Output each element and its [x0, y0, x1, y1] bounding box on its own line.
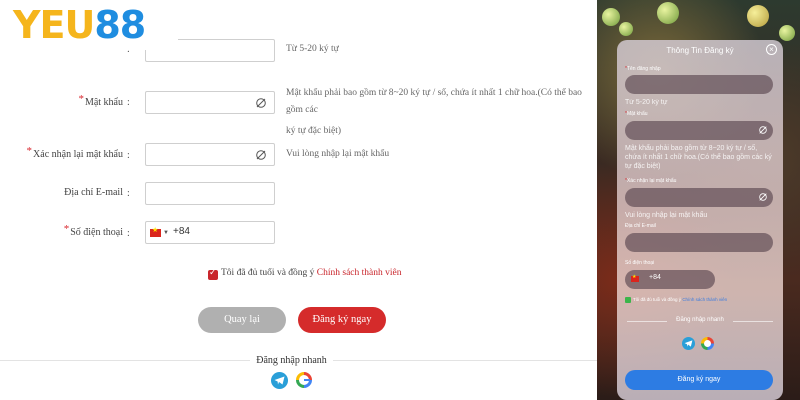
- decor-coin: [602, 8, 620, 26]
- agree-label: Tôi đã đủ tuổi và đồng ý: [221, 268, 315, 278]
- mobile-preview: Thông Tin Đăng ký × *Tên đăng nhập Từ 5-…: [597, 0, 800, 400]
- brand-logo[interactable]: YEU88: [0, 0, 178, 50]
- mobile-agree-label: Tôi đã đủ tuổi và đồng ý: [633, 297, 682, 302]
- required-mark: *: [63, 223, 70, 235]
- mobile-username-label-text: Tên đăng nhập: [626, 66, 661, 72]
- phone-country-code: +84: [173, 226, 190, 237]
- divider: [733, 321, 773, 322]
- decor-coin: [747, 5, 769, 27]
- decor-coin: [657, 2, 679, 24]
- eye-off-icon[interactable]: [255, 97, 267, 109]
- agree-text: Tôi đã đủ tuổi và đồng ý Chính sách thàn…: [221, 268, 401, 278]
- confirm-colon: :: [127, 150, 130, 161]
- google-icon[interactable]: [296, 372, 312, 388]
- password-hint-line1: Mật khẩu phải bao gồm từ 8~20 ký tự / số…: [286, 88, 582, 115]
- mobile-phone-input[interactable]: +84: [625, 270, 715, 289]
- member-policy-link[interactable]: Chính sách thành viên: [317, 268, 402, 278]
- google-icon[interactable]: [701, 337, 714, 350]
- country-code-selector[interactable]: ▼: [150, 226, 170, 239]
- telegram-icon[interactable]: [271, 372, 288, 389]
- email-input[interactable]: [145, 182, 275, 205]
- vietnam-flag-icon[interactable]: [631, 274, 639, 282]
- password-input[interactable]: [145, 91, 275, 114]
- close-icon[interactable]: ×: [766, 44, 777, 55]
- confirm-password-label-text: Xác nhận lại mật khẩu: [33, 149, 123, 160]
- back-button[interactable]: Quay lại: [198, 307, 286, 333]
- decor-coin: [779, 25, 795, 41]
- mobile-phone-code: +84: [649, 274, 661, 281]
- desktop-register-form: YEU88 : Từ 5-20 ký tự *Mật khẩu : Mật kh…: [0, 0, 597, 400]
- phone-label: *Số điện thoại: [3, 223, 123, 238]
- password-hint-line2: ký tự đặc biệt): [286, 126, 342, 136]
- mobile-username-input[interactable]: [625, 75, 773, 94]
- mobile-confirm-label-text: Xác nhận lại mật khẩu: [626, 178, 677, 184]
- mobile-agree-text: Tôi đã đủ tuổi và đồng ý Chính sách thàn…: [633, 297, 727, 302]
- mobile-password-input[interactable]: [625, 121, 773, 140]
- mobile-quick-login-heading: Đăng nhập nhanh: [676, 317, 724, 323]
- password-hint: Mật khẩu phải bao gồm từ 8~20 ký tự / số…: [286, 85, 586, 140]
- agree-checkbox[interactable]: [208, 267, 218, 280]
- quick-login-heading: Đăng nhập nhanh: [0, 355, 583, 366]
- mobile-phone-label: Số điện thoại: [625, 260, 655, 266]
- register-button[interactable]: Đăng ký ngay: [298, 307, 386, 333]
- phone-colon: :: [127, 228, 130, 239]
- quick-login-text: Đăng nhập nhanh: [250, 355, 333, 366]
- confirm-password-hint: Vui lòng nhập lại mật khẩu: [286, 149, 390, 159]
- mobile-password-label-text: Mật khẩu: [626, 111, 648, 117]
- mobile-confirm-hint: Vui lòng nhập lại mật khẩu: [625, 212, 708, 219]
- mobile-password-hint: Mật khẩu phải bao gồm từ 8~20 ký tự / số…: [625, 145, 772, 170]
- phone-label-text: Số điện thoại: [70, 227, 123, 238]
- username-hint: Từ 5-20 ký tự: [286, 44, 339, 54]
- caret-down-icon: ▼: [163, 230, 169, 236]
- mobile-register-modal: Thông Tin Đăng ký × *Tên đăng nhập Từ 5-…: [617, 40, 783, 400]
- password-label-text: Mật khẩu: [84, 97, 123, 108]
- mobile-email-label: Địa chỉ E-mail: [625, 223, 656, 229]
- email-label: Địa chỉ E-mail: [64, 187, 123, 198]
- mobile-agree-checkbox[interactable]: [625, 297, 631, 303]
- mobile-member-policy-link[interactable]: Chính sách thành viên: [682, 297, 727, 302]
- email-colon: :: [127, 188, 130, 199]
- logo-text-88: 88: [94, 3, 146, 47]
- password-label: *Mật khẩu: [3, 93, 123, 108]
- required-mark: *: [78, 93, 84, 105]
- telegram-icon[interactable]: [682, 337, 695, 350]
- mobile-username-label: *Tên đăng nhập: [625, 66, 661, 72]
- eye-off-icon[interactable]: [255, 149, 267, 161]
- vietnam-flag-icon: [150, 226, 161, 237]
- modal-title: Thông Tin Đăng ký: [666, 46, 734, 55]
- phone-input[interactable]: ▼ +84: [145, 221, 275, 244]
- confirm-password-input[interactable]: [145, 143, 275, 166]
- mobile-email-input[interactable]: [625, 233, 773, 252]
- logo-text-yeu: YEU: [13, 3, 95, 47]
- mobile-confirm-input[interactable]: [625, 188, 773, 207]
- mobile-register-button[interactable]: Đăng ký ngay: [625, 370, 773, 390]
- mobile-password-label: *Mật khẩu: [625, 111, 648, 117]
- eye-off-icon[interactable]: [758, 125, 768, 135]
- confirm-password-label: *Xác nhận lại mật khẩu: [3, 145, 123, 160]
- password-colon: :: [127, 97, 130, 108]
- mobile-confirm-label: *Xác nhận lại mật khẩu: [625, 178, 677, 184]
- mobile-username-hint: Từ 5-20 ký tự: [625, 99, 668, 106]
- eye-off-icon[interactable]: [758, 192, 768, 202]
- required-mark: *: [26, 145, 33, 157]
- decor-coin: [619, 22, 633, 36]
